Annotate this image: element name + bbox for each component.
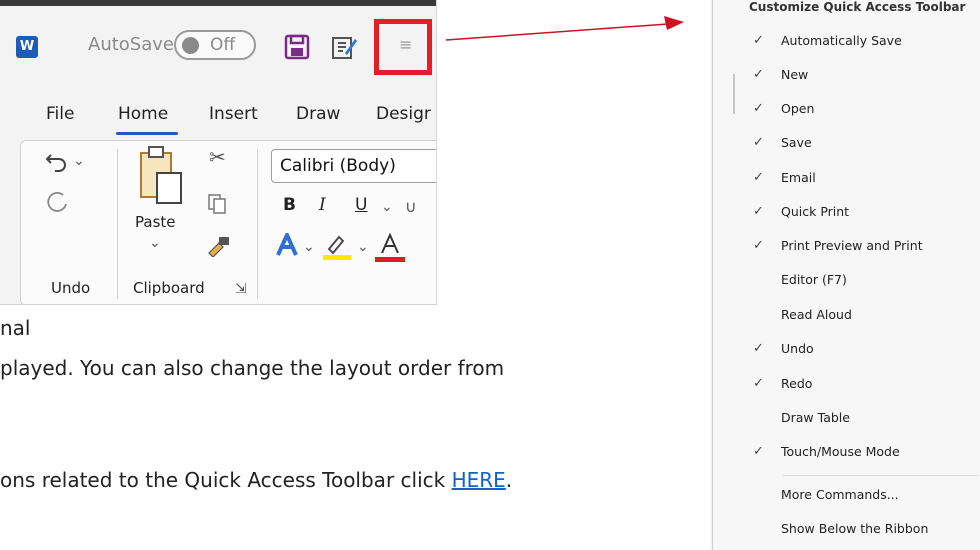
check-icon: ✓ — [753, 101, 764, 116]
menu-item-editor[interactable]: Editor (F7) — [753, 269, 973, 291]
menu-item-label: Quick Print — [781, 204, 850, 219]
check-icon: ✓ — [753, 135, 764, 150]
menu-item-touch-mouse-mode[interactable]: ✓ Touch/Mouse Mode — [753, 441, 973, 463]
menu-item-redo[interactable]: ✓ Redo — [753, 373, 973, 395]
check-icon: ✓ — [753, 204, 764, 219]
menu-item-label: Draw Table — [781, 410, 850, 425]
check-icon: ✓ — [753, 444, 764, 459]
menu-item-label: Editor (F7) — [781, 272, 847, 287]
check-icon: ✓ — [753, 170, 764, 185]
customize-qat-menu: Customize Quick Access Toolbar ✓ Automati… — [712, 0, 980, 550]
menu-item-more-commands[interactable]: More Commands... — [753, 484, 973, 506]
menu-edge-strip — [733, 74, 735, 114]
menu-item-label: Show Below the Ribbon — [781, 521, 929, 536]
check-icon: ✓ — [753, 341, 764, 356]
menu-title: Customize Quick Access Toolbar — [749, 0, 966, 14]
menu-item-undo[interactable]: ✓ Undo — [753, 338, 973, 360]
menu-separator — [783, 475, 979, 476]
check-icon: ✓ — [753, 67, 764, 82]
menu-item-label: Email — [781, 170, 816, 185]
menu-item-draw-table[interactable]: Draw Table — [753, 407, 973, 429]
menu-item-new[interactable]: ✓ New — [753, 64, 973, 86]
menu-item-label: Redo — [781, 376, 813, 391]
menu-item-show-below-ribbon[interactable]: Show Below the Ribbon — [753, 518, 973, 540]
menu-item-email[interactable]: ✓ Email — [753, 167, 973, 189]
menu-item-label: More Commands... — [781, 487, 899, 502]
menu-item-label: Automatically Save — [781, 33, 902, 48]
menu-item-open[interactable]: ✓ Open — [753, 98, 973, 120]
menu-item-label: Read Aloud — [781, 307, 852, 322]
menu-item-label: Print Preview and Print — [781, 238, 923, 253]
menu-item-label: Open — [781, 101, 815, 116]
menu-item-print-preview[interactable]: ✓ Print Preview and Print — [753, 235, 973, 257]
menu-item-label: Undo — [781, 341, 814, 356]
menu-item-label: Save — [781, 135, 812, 150]
check-icon: ✓ — [753, 238, 764, 253]
check-icon: ✓ — [753, 376, 764, 391]
menu-item-save[interactable]: ✓ Save — [753, 132, 973, 154]
menu-item-label: New — [781, 67, 809, 82]
menu-item-automatically-save[interactable]: ✓ Automatically Save — [753, 30, 973, 52]
menu-item-quick-print[interactable]: ✓ Quick Print — [753, 201, 973, 223]
menu-item-label: Touch/Mouse Mode — [781, 444, 900, 459]
menu-item-read-aloud[interactable]: Read Aloud — [753, 304, 973, 326]
check-icon: ✓ — [753, 33, 764, 48]
